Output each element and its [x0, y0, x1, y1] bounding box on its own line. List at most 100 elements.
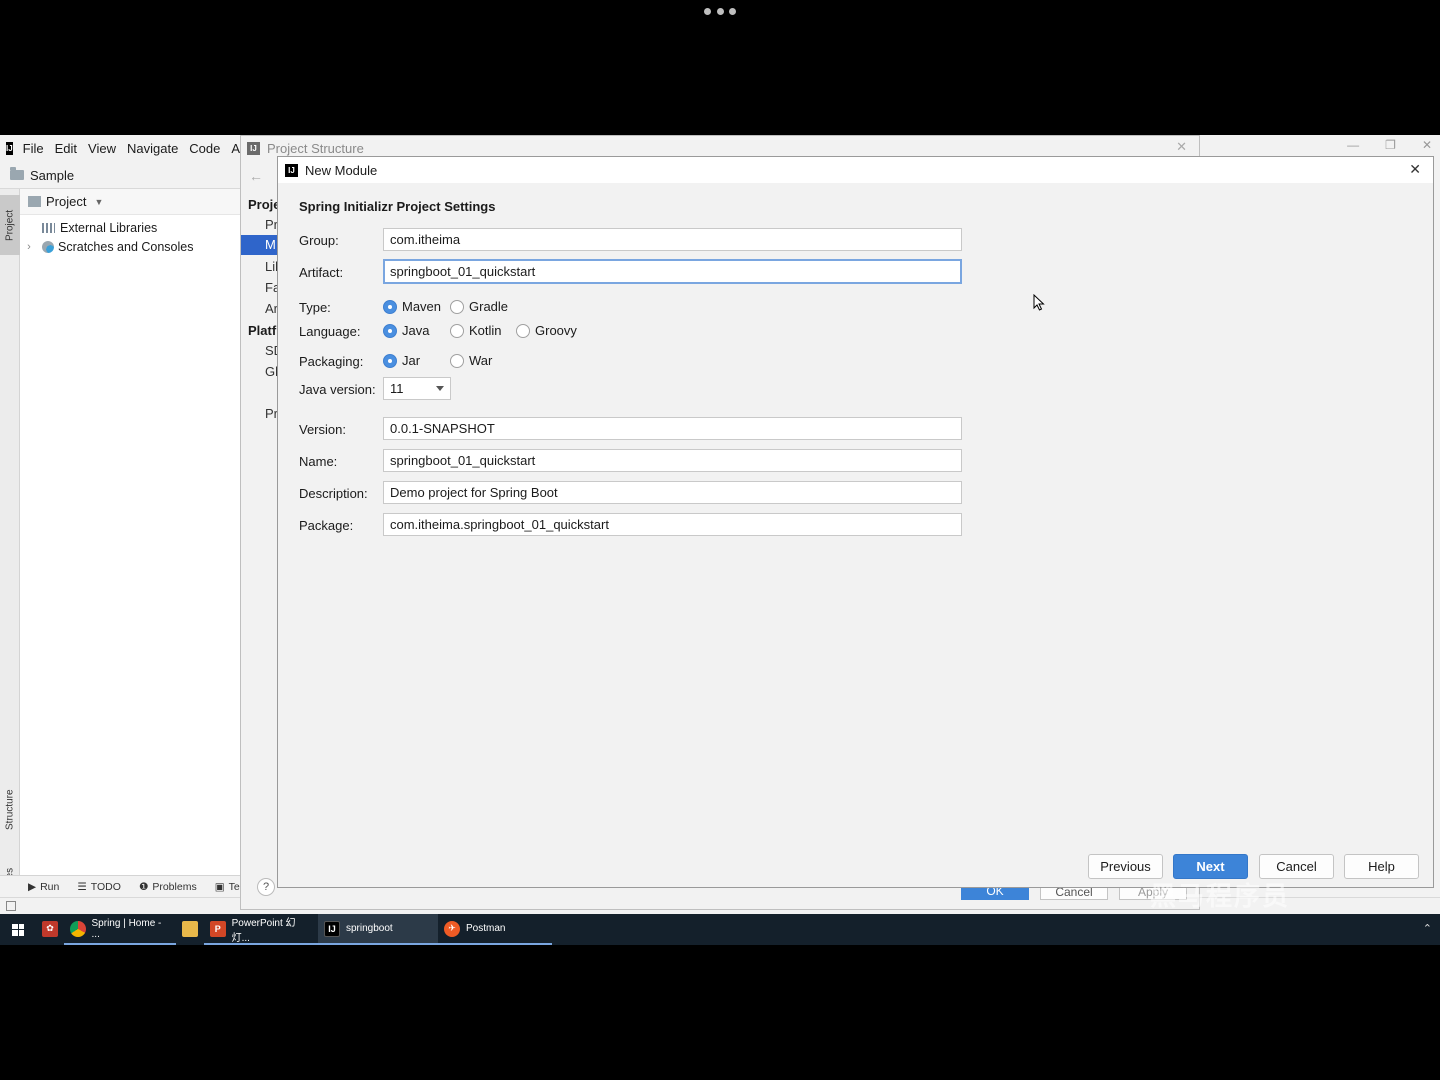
chevron-down-icon[interactable]: ▼ — [94, 197, 103, 207]
chevron-right-icon[interactable]: › — [22, 241, 36, 253]
project-view-icon — [28, 196, 41, 207]
breadcrumb: Sample — [0, 162, 240, 189]
language-radio-kotlin[interactable]: Kotlin — [450, 323, 502, 338]
tree-item-scratches[interactable]: › Scratches and Consoles — [20, 237, 240, 256]
minimize-icon[interactable]: — — [1347, 138, 1359, 152]
radio-unselected-icon — [516, 323, 530, 338]
radio-unselected-icon — [450, 299, 464, 314]
tree-item-external-libraries[interactable]: External Libraries — [20, 218, 240, 237]
help-icon[interactable]: ? — [257, 878, 275, 896]
layout-icon[interactable] — [6, 901, 16, 911]
artifact-field[interactable] — [383, 259, 962, 284]
ide-window-controls: — ❐ ✕ — [1347, 138, 1432, 152]
packaging-radio-war[interactable]: War — [450, 353, 492, 368]
description-field[interactable] — [383, 481, 962, 504]
todo-tool-button[interactable]: ☰ TODO — [77, 881, 121, 893]
help-button[interactable]: Help — [1344, 854, 1419, 879]
name-field[interactable] — [383, 449, 962, 472]
folder-icon — [182, 920, 198, 937]
intellij-logo-icon: IJ — [247, 141, 260, 155]
intellij-logo-icon: IJ — [285, 163, 298, 177]
packaging-radio-jar[interactable]: Jar — [383, 353, 420, 368]
project-name[interactable]: Sample — [30, 168, 74, 183]
taskbar-item-postman[interactable]: ✈ Postman — [438, 914, 552, 945]
taskbar-item-chrome[interactable]: Spring | Home - ... — [64, 914, 176, 945]
menu-view[interactable]: View — [88, 141, 116, 156]
intellij-logo-icon: IJ — [6, 142, 13, 155]
list-icon: ☰ — [77, 880, 87, 893]
mouse-cursor-icon — [1033, 294, 1045, 311]
dialog-title: New Module — [305, 162, 378, 178]
bottom-tool-bar: ▶ Run ☰ TODO ❶ Problems ▣ Te — [0, 875, 240, 897]
package-label: Package: — [299, 518, 354, 533]
problems-tool-button[interactable]: ❶ Problems — [139, 881, 197, 893]
language-radio-java[interactable]: Java — [383, 323, 429, 338]
package-field[interactable] — [383, 513, 962, 536]
terminal-tool-button[interactable]: ▣ Te — [215, 881, 240, 893]
section-project-settings: Proje — [248, 197, 281, 212]
radio-unselected-icon — [450, 353, 464, 368]
close-icon[interactable]: ✕ — [1409, 161, 1421, 178]
radio-selected-icon — [383, 353, 397, 368]
radio-unselected-icon — [450, 323, 464, 338]
chevron-down-icon — [436, 386, 444, 391]
version-field[interactable] — [383, 417, 962, 440]
terminal-icon: ▣ — [214, 880, 225, 893]
menu-navigate[interactable]: Navigate — [127, 141, 178, 156]
name-label: Name: — [299, 454, 338, 469]
tree-item-label: External Libraries — [60, 220, 158, 235]
section-platform-settings: Platfi — [248, 323, 280, 338]
run-tool-button[interactable]: ▶ Run — [28, 881, 59, 893]
menu-code[interactable]: Code — [189, 141, 220, 156]
group-field[interactable] — [383, 228, 962, 251]
intellij-icon: IJ — [324, 920, 340, 937]
menu-bar: IJ File Edit View Navigate Code A — [0, 135, 240, 162]
sidebar-item-modules[interactable]: M — [241, 235, 279, 255]
close-icon[interactable]: ✕ — [1422, 138, 1432, 152]
postman-icon: ✈ — [444, 920, 460, 937]
description-label: Description: — [299, 486, 368, 501]
language-radio-groovy[interactable]: Groovy — [516, 323, 577, 338]
library-icon — [42, 222, 55, 233]
menu-file[interactable]: File — [23, 141, 44, 156]
info-icon: ❶ — [138, 880, 149, 893]
radio-selected-icon — [383, 299, 397, 314]
project-panel: Project ▼ External Libraries › Scratches… — [20, 189, 240, 875]
left-tool-strip: Project Structure Favorites — [0, 189, 20, 909]
taskbar-item-springboot[interactable]: IJ springboot — [318, 914, 438, 945]
java-version-select[interactable]: 11 — [383, 377, 451, 400]
start-button[interactable] — [0, 914, 36, 945]
java-version-label: Java version: — [299, 382, 376, 397]
play-icon: ▶ — [28, 880, 37, 893]
project-panel-header[interactable]: Project ▼ — [20, 189, 240, 215]
folder-icon — [10, 167, 24, 180]
back-arrow-icon[interactable]: ← — [249, 168, 263, 184]
restore-icon[interactable]: ❐ — [1385, 138, 1396, 152]
taskbar-app-icon[interactable]: ✿ — [36, 914, 64, 945]
type-radio-maven[interactable]: Maven — [383, 299, 441, 314]
chevron-up-icon[interactable]: ⌃ — [1423, 922, 1432, 935]
panel-title: Project — [46, 194, 87, 209]
radio-selected-icon — [383, 323, 397, 338]
version-label: Version: — [299, 422, 346, 437]
screen-dots-indicator — [704, 8, 736, 18]
menu-analyze[interactable]: A — [231, 141, 240, 156]
dialog-title: Project Structure — [267, 140, 364, 156]
taskbar-item-powerpoint[interactable]: P PowerPoint 幻灯... — [204, 914, 318, 945]
menu-edit[interactable]: Edit — [55, 141, 77, 156]
tool-tab-structure[interactable]: Structure — [0, 779, 20, 841]
tool-tab-project[interactable]: Project — [0, 195, 20, 255]
new-module-titlebar: IJ New Module — [278, 157, 1433, 183]
type-radio-gradle[interactable]: Gradle — [450, 299, 508, 314]
taskbar-item-explorer[interactable] — [176, 914, 204, 945]
tree-item-label: Scratches and Consoles — [58, 239, 194, 254]
watermark: 黑马程序员 — [1150, 881, 1291, 911]
powerpoint-icon: P — [210, 920, 226, 937]
app-icon: ✿ — [42, 920, 58, 937]
packaging-label: Packaging: — [299, 354, 364, 369]
close-icon[interactable]: ✕ — [1176, 139, 1187, 155]
artifact-label: Artifact: — [299, 265, 344, 280]
java-version-value: 11 — [390, 381, 404, 396]
scratches-icon — [42, 240, 54, 253]
project-structure-sidebar: ← Proje Pr M Lib Fa Ar Platfi SD Gl Pr — [241, 160, 283, 880]
